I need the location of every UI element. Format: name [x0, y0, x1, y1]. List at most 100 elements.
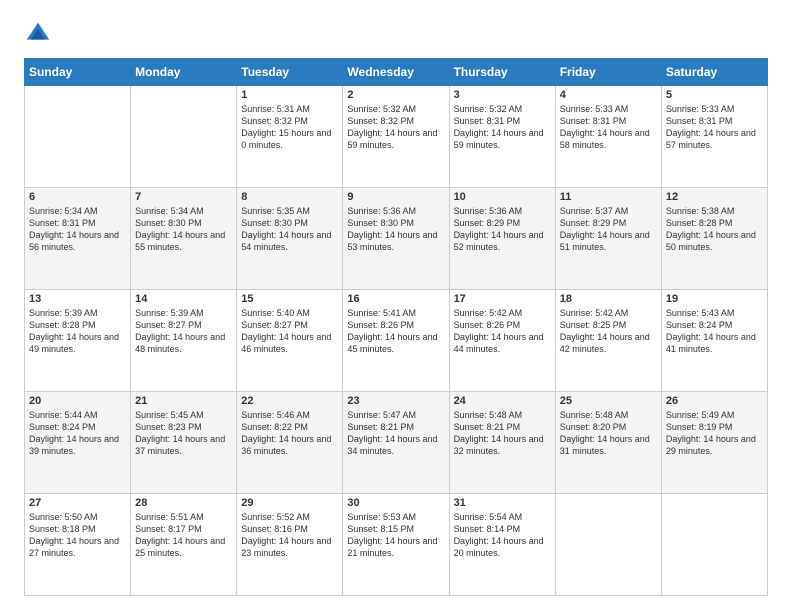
day-info: Sunrise: 5:40 AM Sunset: 8:27 PM Dayligh…: [241, 307, 338, 356]
day-number: 19: [666, 293, 763, 305]
day-info: Sunrise: 5:33 AM Sunset: 8:31 PM Dayligh…: [560, 103, 657, 152]
calendar-cell: 27 Sunrise: 5:50 AM Sunset: 8:18 PM Dayli…: [25, 494, 131, 596]
calendar-week-5: 27 Sunrise: 5:50 AM Sunset: 8:18 PM Dayli…: [25, 494, 768, 596]
day-number: 13: [29, 293, 126, 305]
calendar-cell: 5Sunrise: 5:33 AM Sunset: 8:31 PM Daylig…: [661, 86, 767, 188]
calendar-week-2: 6Sunrise: 5:34 AM Sunset: 8:31 PM Daylig…: [25, 188, 768, 290]
calendar-header-sunday: Sunday: [25, 59, 131, 86]
calendar-cell: 7 Sunrise: 5:34 AM Sunset: 8:30 PM Daylig…: [131, 188, 237, 290]
calendar-cell: [555, 494, 661, 596]
calendar-cell: [661, 494, 767, 596]
day-number: 5: [666, 89, 763, 101]
day-info: Sunrise: 5:38 AM Sunset: 8:28 PM Dayligh…: [666, 205, 763, 254]
calendar-cell: 11 Sunrise: 5:37 AM Sunset: 8:29 PM Dayli…: [555, 188, 661, 290]
day-number: 18: [560, 293, 657, 305]
calendar-table: SundayMondayTuesdayWednesdayThursdayFrid…: [24, 58, 768, 596]
day-info: Sunrise: 5:50 AM Sunset: 8:18 PM Dayligh…: [29, 511, 126, 560]
day-number: 7: [135, 191, 232, 203]
day-number: 2: [347, 89, 444, 101]
calendar-cell: 14 Sunrise: 5:39 AM Sunset: 8:27 PM Dayli…: [131, 290, 237, 392]
calendar-cell: 12 Sunrise: 5:38 AM Sunset: 8:28 PM Dayli…: [661, 188, 767, 290]
calendar-cell: 2Sunrise: 5:32 AM Sunset: 8:32 PM Daylig…: [343, 86, 449, 188]
day-number: 9: [347, 191, 444, 203]
calendar-header-monday: Monday: [131, 59, 237, 86]
header: [24, 20, 768, 48]
calendar-cell: 17Sunrise: 5:42 AM Sunset: 8:26 PM Dayli…: [449, 290, 555, 392]
day-number: 4: [560, 89, 657, 101]
day-number: 16: [347, 293, 444, 305]
calendar-cell: 22Sunrise: 5:46 AM Sunset: 8:22 PM Dayli…: [237, 392, 343, 494]
calendar-cell: 23 Sunrise: 5:47 AM Sunset: 8:21 PM Dayli…: [343, 392, 449, 494]
day-info: Sunrise: 5:37 AM Sunset: 8:29 PM Dayligh…: [560, 205, 657, 254]
calendar-cell: 6Sunrise: 5:34 AM Sunset: 8:31 PM Daylig…: [25, 188, 131, 290]
day-number: 1: [241, 89, 338, 101]
logo-icon: [24, 20, 52, 48]
calendar-header-thursday: Thursday: [449, 59, 555, 86]
day-number: 12: [666, 191, 763, 203]
calendar-week-3: 13Sunrise: 5:39 AM Sunset: 8:28 PM Dayli…: [25, 290, 768, 392]
day-info: Sunrise: 5:35 AM Sunset: 8:30 PM Dayligh…: [241, 205, 338, 254]
calendar-cell: 15 Sunrise: 5:40 AM Sunset: 8:27 PM Dayli…: [237, 290, 343, 392]
day-number: 27: [29, 497, 126, 509]
calendar-cell: 24 Sunrise: 5:48 AM Sunset: 8:21 PM Dayli…: [449, 392, 555, 494]
calendar-cell: [25, 86, 131, 188]
day-number: 30: [347, 497, 444, 509]
calendar-cell: 10 Sunrise: 5:36 AM Sunset: 8:29 PM Dayli…: [449, 188, 555, 290]
calendar-cell: 28 Sunrise: 5:51 AM Sunset: 8:17 PM Dayli…: [131, 494, 237, 596]
calendar-cell: 1 Sunrise: 5:31 AM Sunset: 8:32 PM Daylig…: [237, 86, 343, 188]
day-info: Sunrise: 5:51 AM Sunset: 8:17 PM Dayligh…: [135, 511, 232, 560]
calendar-cell: 31 Sunrise: 5:54 AM Sunset: 8:14 PM Dayli…: [449, 494, 555, 596]
calendar-week-4: 20 Sunrise: 5:44 AM Sunset: 8:24 PM Dayli…: [25, 392, 768, 494]
day-info: Sunrise: 5:43 AM Sunset: 8:24 PM Dayligh…: [666, 307, 763, 356]
logo: [24, 20, 56, 48]
calendar-header-tuesday: Tuesday: [237, 59, 343, 86]
calendar-cell: [131, 86, 237, 188]
calendar-header-wednesday: Wednesday: [343, 59, 449, 86]
day-info: Sunrise: 5:44 AM Sunset: 8:24 PM Dayligh…: [29, 409, 126, 458]
calendar-cell: 25Sunrise: 5:48 AM Sunset: 8:20 PM Dayli…: [555, 392, 661, 494]
day-number: 23: [347, 395, 444, 407]
calendar-cell: 4 Sunrise: 5:33 AM Sunset: 8:31 PM Daylig…: [555, 86, 661, 188]
day-number: 22: [241, 395, 338, 407]
calendar-cell: 16 Sunrise: 5:41 AM Sunset: 8:26 PM Dayli…: [343, 290, 449, 392]
day-info: Sunrise: 5:48 AM Sunset: 8:20 PM Dayligh…: [560, 409, 657, 458]
day-info: Sunrise: 5:52 AM Sunset: 8:16 PM Dayligh…: [241, 511, 338, 560]
calendar-cell: 30 Sunrise: 5:53 AM Sunset: 8:15 PM Dayli…: [343, 494, 449, 596]
calendar-cell: 13Sunrise: 5:39 AM Sunset: 8:28 PM Dayli…: [25, 290, 131, 392]
calendar-cell: 3Sunrise: 5:32 AM Sunset: 8:31 PM Daylig…: [449, 86, 555, 188]
calendar-cell: 8 Sunrise: 5:35 AM Sunset: 8:30 PM Daylig…: [237, 188, 343, 290]
calendar-cell: 21Sunrise: 5:45 AM Sunset: 8:23 PM Dayli…: [131, 392, 237, 494]
day-number: 8: [241, 191, 338, 203]
day-number: 6: [29, 191, 126, 203]
day-number: 11: [560, 191, 657, 203]
calendar-header-saturday: Saturday: [661, 59, 767, 86]
day-number: 14: [135, 293, 232, 305]
page: SundayMondayTuesdayWednesdayThursdayFrid…: [0, 0, 792, 612]
day-info: Sunrise: 5:36 AM Sunset: 8:30 PM Dayligh…: [347, 205, 444, 254]
day-number: 26: [666, 395, 763, 407]
day-number: 10: [454, 191, 551, 203]
day-info: Sunrise: 5:48 AM Sunset: 8:21 PM Dayligh…: [454, 409, 551, 458]
day-info: Sunrise: 5:34 AM Sunset: 8:30 PM Dayligh…: [135, 205, 232, 254]
day-number: 20: [29, 395, 126, 407]
day-info: Sunrise: 5:39 AM Sunset: 8:27 PM Dayligh…: [135, 307, 232, 356]
day-info: Sunrise: 5:36 AM Sunset: 8:29 PM Dayligh…: [454, 205, 551, 254]
calendar-cell: 18 Sunrise: 5:42 AM Sunset: 8:25 PM Dayli…: [555, 290, 661, 392]
calendar-cell: 9 Sunrise: 5:36 AM Sunset: 8:30 PM Daylig…: [343, 188, 449, 290]
day-number: 31: [454, 497, 551, 509]
day-number: 24: [454, 395, 551, 407]
day-number: 15: [241, 293, 338, 305]
calendar-header-friday: Friday: [555, 59, 661, 86]
day-info: Sunrise: 5:45 AM Sunset: 8:23 PM Dayligh…: [135, 409, 232, 458]
day-number: 28: [135, 497, 232, 509]
day-info: Sunrise: 5:47 AM Sunset: 8:21 PM Dayligh…: [347, 409, 444, 458]
day-number: 17: [454, 293, 551, 305]
calendar-cell: 19 Sunrise: 5:43 AM Sunset: 8:24 PM Dayli…: [661, 290, 767, 392]
day-info: Sunrise: 5:32 AM Sunset: 8:31 PM Dayligh…: [454, 103, 551, 152]
day-info: Sunrise: 5:53 AM Sunset: 8:15 PM Dayligh…: [347, 511, 444, 560]
day-info: Sunrise: 5:42 AM Sunset: 8:25 PM Dayligh…: [560, 307, 657, 356]
day-info: Sunrise: 5:41 AM Sunset: 8:26 PM Dayligh…: [347, 307, 444, 356]
day-info: Sunrise: 5:49 AM Sunset: 8:19 PM Dayligh…: [666, 409, 763, 458]
day-info: Sunrise: 5:31 AM Sunset: 8:32 PM Dayligh…: [241, 103, 338, 152]
day-info: Sunrise: 5:54 AM Sunset: 8:14 PM Dayligh…: [454, 511, 551, 560]
